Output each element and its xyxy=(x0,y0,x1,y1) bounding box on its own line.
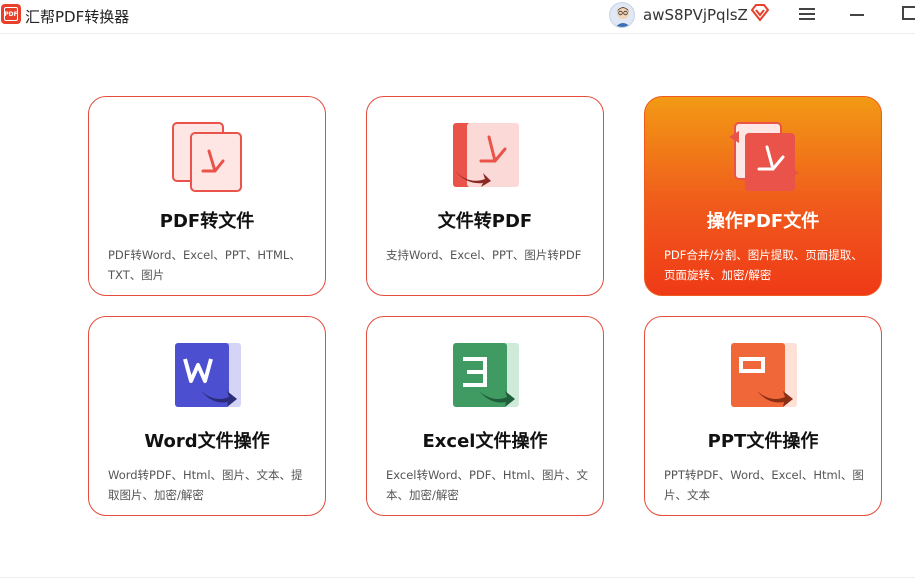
card-description: Excel转Word、PDF、Html、图片、文本、加密/解密 xyxy=(386,468,588,502)
user-avatar[interactable] xyxy=(609,2,635,28)
card-pdf-to-file[interactable]: PDF转文件 PDF转Word、Excel、PPT、HTML、TXT、图片 xyxy=(88,96,326,296)
card-title: Excel文件操作 xyxy=(422,431,548,452)
card-description: Word转PDF、Html、图片、文本、提取图片、加密/解密 xyxy=(108,468,303,502)
card-file-to-pdf[interactable]: 文件转PDF 支持Word、Excel、PPT、图片转PDF xyxy=(366,96,604,296)
file-to-pdf-icon xyxy=(449,121,523,193)
card-title: 文件转PDF xyxy=(437,211,533,232)
card-title: Word文件操作 xyxy=(144,431,270,452)
username[interactable]: awS8PVjPqlsZ xyxy=(643,6,748,24)
card-title: PPT文件操作 xyxy=(707,431,819,452)
card-title: 操作PDF文件 xyxy=(706,211,820,232)
excel-icon xyxy=(449,341,523,413)
ppt-icon xyxy=(727,341,801,413)
maximize-icon[interactable] xyxy=(902,6,915,20)
pdf-to-file-icon xyxy=(171,121,245,193)
app-title: 汇帮PDF转换器 xyxy=(25,8,130,26)
hamburger-menu-icon[interactable] xyxy=(799,8,815,22)
word-icon xyxy=(171,341,245,413)
card-operate-pdf[interactable]: 操作PDF文件 PDF合并/分割、图片提取、页面提取、页面旋转、加密/解密 xyxy=(644,96,882,296)
app-logo-icon: PDF xyxy=(1,4,21,24)
bottom-divider xyxy=(0,577,915,578)
card-excel[interactable]: Excel文件操作 Excel转Word、PDF、Html、图片、文本、加密/解… xyxy=(366,316,604,516)
card-description: PPT转PDF、Word、Excel、Html、图片、文本 xyxy=(664,468,864,502)
card-description: PDF合并/分割、图片提取、页面提取、页面旋转、加密/解密 xyxy=(664,248,863,282)
card-ppt[interactable]: PPT文件操作 PPT转PDF、Word、Excel、Html、图片、文本 xyxy=(644,316,882,516)
card-title: PDF转文件 xyxy=(159,211,255,232)
app-logo-text: PDF xyxy=(4,7,18,21)
title-bar: PDF 汇帮PDF转换器 awS8PVjPqlsZ xyxy=(0,0,915,34)
card-description: 支持Word、Excel、PPT、图片转PDF xyxy=(386,248,582,262)
card-description: PDF转Word、Excel、PPT、HTML、TXT、图片 xyxy=(108,248,301,282)
vip-diamond-icon[interactable] xyxy=(750,4,770,22)
operate-pdf-icon xyxy=(727,121,801,193)
card-word[interactable]: Word文件操作 Word转PDF、Html、图片、文本、提取图片、加密/解密 xyxy=(88,316,326,516)
minimize-icon[interactable] xyxy=(850,14,864,16)
